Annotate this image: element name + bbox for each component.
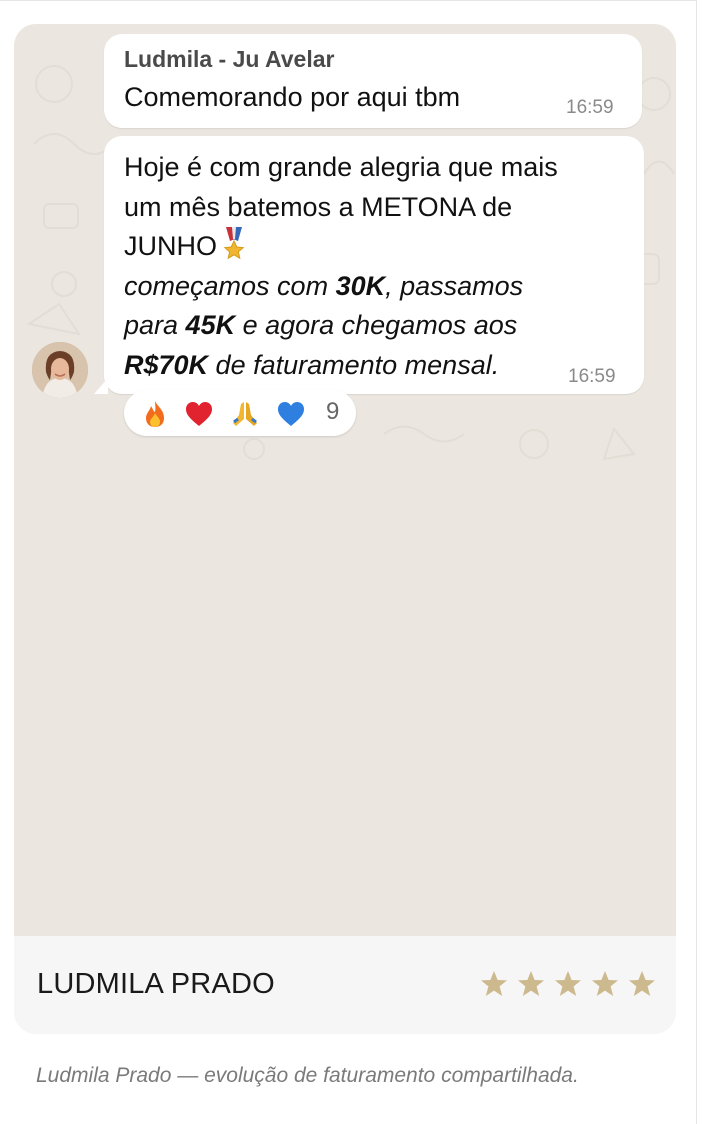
star-rating bbox=[480, 970, 656, 1000]
star-icon bbox=[481, 971, 507, 996]
message-line-text: JUNHO bbox=[124, 231, 217, 261]
star-icon bbox=[629, 971, 655, 996]
message-time: 16:59 bbox=[566, 97, 614, 118]
message-line-text: e agora chegamos aos bbox=[235, 310, 518, 340]
message-line-text: para bbox=[124, 310, 186, 340]
star-icon bbox=[592, 971, 618, 996]
sender-name: Ludmila - Ju Avelar bbox=[124, 46, 335, 72]
message-time: 16:59 bbox=[568, 366, 616, 387]
star-icon bbox=[518, 971, 544, 996]
image-caption: Ludmila Prado — evolução de faturamento … bbox=[36, 1064, 579, 1087]
message-line-text: começamos com bbox=[124, 270, 336, 301]
blue-heart-icon bbox=[278, 402, 304, 426]
testimonial-footer: LUDMILA PRADO bbox=[14, 936, 676, 1034]
chat-screenshot: Ludmila - Ju Avelar Comemorando por aqui… bbox=[14, 24, 676, 936]
message-line: Hoje é com grande alegria que mais bbox=[124, 152, 558, 182]
message-line: um mês batemos a METONA de bbox=[124, 191, 513, 222]
bubble-tail bbox=[94, 378, 108, 394]
author-name: LUDMILA PRADO bbox=[37, 968, 275, 1000]
praying-hands-icon bbox=[233, 402, 257, 426]
message-line-text: de faturamento mensal. bbox=[208, 349, 500, 380]
message-bold-value: 45K bbox=[185, 310, 236, 340]
star-icon bbox=[555, 971, 581, 996]
message-line: JUNHO bbox=[124, 227, 624, 267]
message-line: começamos com 30K, passamos bbox=[124, 267, 624, 307]
message-bold-value: 30K bbox=[335, 270, 386, 301]
reaction-count: 9 bbox=[326, 398, 340, 425]
reactions-bar[interactable]: 9 bbox=[124, 390, 356, 436]
message-text: Hoje é com grande alegria que mais um mê… bbox=[124, 148, 624, 385]
testimonial-card: Ludmila - Ju Avelar Comemorando por aqui… bbox=[14, 24, 676, 1034]
message-bold-value: R$70K bbox=[124, 349, 209, 380]
medal-icon bbox=[223, 227, 245, 260]
message-line: para 45K e agora chegamos aos bbox=[124, 306, 624, 346]
message-line-text: , passamos bbox=[385, 270, 524, 301]
message-line: R$70K de faturamento mensal. bbox=[124, 346, 624, 386]
avatar-image bbox=[32, 342, 88, 398]
red-heart-icon bbox=[186, 402, 212, 426]
fire-icon bbox=[146, 401, 164, 427]
avatar[interactable] bbox=[32, 342, 88, 398]
message-text: Comemorando por aqui tbm bbox=[124, 82, 461, 112]
